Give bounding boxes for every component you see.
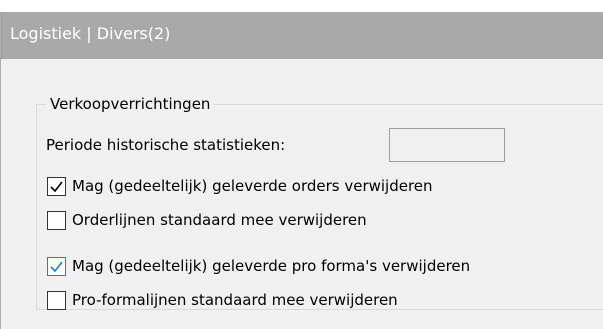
groupbox-legend: Verkoopverrichtingen xyxy=(46,94,215,114)
checkbox-delete-proformas[interactable] xyxy=(47,256,66,276)
checkbox-delete-proformalines[interactable] xyxy=(47,290,66,310)
option-delete-orderlines[interactable]: Orderlijnen standaard mee verwijderen xyxy=(47,208,367,232)
checkbox-delete-orders[interactable] xyxy=(47,176,66,196)
period-input[interactable] xyxy=(389,128,505,162)
option-label: Mag (gedeeltelijk) geleverde pro forma's… xyxy=(72,257,471,275)
checkbox-delete-orderlines[interactable] xyxy=(47,210,66,230)
option-label: Mag (gedeeltelijk) geleverde orders verw… xyxy=(72,177,433,195)
period-label: Periode historische statistieken: xyxy=(46,136,286,154)
option-delete-orders[interactable]: Mag (gedeeltelijk) geleverde orders verw… xyxy=(47,174,433,198)
option-delete-proformas[interactable]: Mag (gedeeltelijk) geleverde pro forma's… xyxy=(47,254,470,278)
option-label: Orderlijnen standaard mee verwijderen xyxy=(72,211,367,229)
checkmark-icon xyxy=(50,261,63,272)
option-delete-proformalines[interactable]: Pro-formalijnen standaard mee verwijdere… xyxy=(47,288,398,312)
option-label: Pro-formalijnen standaard mee verwijdere… xyxy=(72,291,398,309)
checkmark-icon xyxy=(50,181,63,192)
panel-header: Logistiek | Divers(2) xyxy=(1,12,603,59)
panel-title: Logistiek | Divers(2) xyxy=(10,24,171,43)
